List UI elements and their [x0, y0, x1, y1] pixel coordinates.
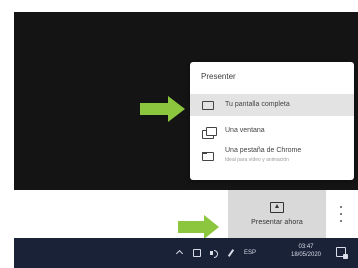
highlight-arrow-menu-icon: [140, 96, 185, 122]
present-now-button[interactable]: Presentar ahora: [228, 190, 326, 238]
present-screen-icon: [270, 202, 284, 213]
monitor-icon: [202, 101, 214, 110]
window-icon: [202, 127, 217, 139]
pen-icon[interactable]: [227, 249, 235, 257]
clock-time: 03:47: [298, 244, 314, 250]
menu-item-label: Una pestaña de Chrome: [225, 147, 302, 154]
present-now-label: Presentar ahora: [251, 219, 303, 226]
menu-item-label: Una ventana: [225, 127, 265, 134]
menu-item-chrome-tab[interactable]: Una pestaña de Chrome Ideal para vídeo y…: [190, 144, 354, 174]
presenter-menu: Presenter Tu pantalla completa Una venta…: [190, 62, 354, 180]
chevron-up-icon[interactable]: [176, 249, 184, 257]
menu-item-label: Tu pantalla completa: [225, 101, 290, 108]
menu-item-entire-screen[interactable]: Tu pantalla completa: [190, 94, 354, 116]
clock-date: 18/05/2020: [290, 252, 322, 258]
network-icon[interactable]: [193, 249, 201, 257]
system-tray: ESP: [176, 246, 256, 260]
notification-icon[interactable]: [336, 247, 348, 259]
chrome-tab-icon: [202, 152, 214, 161]
volume-icon[interactable]: [210, 249, 218, 258]
more-vert-icon: [340, 206, 342, 208]
more-options-button[interactable]: [336, 206, 346, 222]
language-indicator[interactable]: ESP: [244, 250, 256, 256]
taskbar-clock[interactable]: 03:47 18/05/2020: [286, 243, 326, 259]
screenshot: Presentar ahora Presenter Tu pantalla co…: [0, 0, 358, 268]
highlight-arrow-present-icon: [178, 215, 219, 239]
menu-item-sublabel: Ideal para vídeo y animación: [225, 157, 289, 163]
presenter-menu-title: Presenter: [201, 72, 236, 81]
menu-item-window[interactable]: Una ventana: [190, 120, 354, 142]
